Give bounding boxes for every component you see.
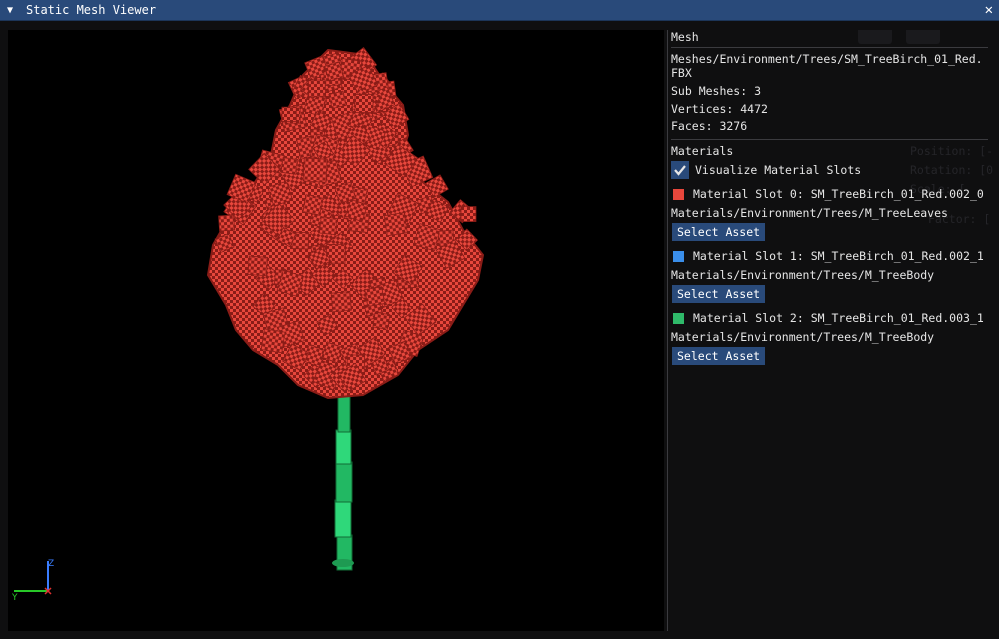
leaf-quad: [319, 216, 338, 236]
slot-2-select-asset-button[interactable]: Select Asset: [672, 347, 766, 365]
collapse-icon[interactable]: ▼: [7, 5, 19, 16]
mesh-header: Mesh: [671, 30, 699, 44]
leaf-quad: [364, 286, 386, 307]
leaf-quad: [372, 311, 391, 330]
checkmark-icon: [674, 165, 686, 176]
slot-0-path: Materials/Environment/Trees/M_TreeLeaves: [671, 206, 948, 220]
details-panel: Position: [- Rotation: [0 Scale: [ Facto…: [668, 30, 993, 631]
window-title: Static Mesh Viewer: [26, 3, 157, 17]
leaf-quad: [218, 214, 236, 232]
leaf-quad: [308, 79, 326, 98]
window-titlebar[interactable]: ▼ Static Mesh Viewer ✕: [0, 0, 999, 21]
slot-1-select-asset-button[interactable]: Select Asset: [672, 285, 766, 303]
trunk-base: [332, 559, 354, 567]
leaf-quad: [281, 106, 297, 122]
mesh-viewport[interactable]: Z Y: [8, 30, 664, 631]
tree-foliage: [206, 47, 485, 400]
leaf-quad: [460, 206, 477, 222]
slot-1-path: Materials/Environment/Trees/M_TreeBody: [671, 268, 935, 282]
leaf-quad: [247, 255, 269, 277]
slot-0-label: Material Slot 0: SM_TreeBirch_01_Red.002…: [693, 187, 984, 201]
ghost-rotation-text: Rotation: [0: [910, 163, 993, 177]
leaf-quad: [260, 328, 286, 354]
leaf-quad: [301, 194, 324, 216]
divider: [671, 139, 988, 140]
sub-meshes-count: Sub Meshes: 3: [671, 84, 762, 98]
slot-2-label: Material Slot 2: SM_TreeBirch_01_Red.003…: [693, 311, 984, 325]
slot-1-label: Material Slot 1: SM_TreeBirch_01_Red.002…: [693, 249, 984, 263]
ghost-position-text: Position: [-: [910, 144, 993, 158]
axis-gizmo: Z Y: [11, 559, 54, 603]
leaf-quad: [280, 157, 299, 175]
leaf-quad: [383, 212, 408, 237]
trunk-segment: [335, 461, 353, 503]
mesh-path: Meshes/Environment/Trees/SM_TreeBirch_01…: [671, 52, 983, 80]
close-icon[interactable]: ✕: [985, 2, 993, 18]
slot-2-path: Materials/Environment/Trees/M_TreeBody: [671, 330, 935, 344]
divider: [671, 47, 988, 48]
slot-2-color-swatch: [673, 313, 684, 324]
slot-1-color-swatch: [673, 251, 684, 262]
trunk-segment: [335, 429, 352, 465]
tree-trunk: [332, 394, 354, 571]
visualize-slots-checkbox[interactable]: [671, 161, 689, 179]
materials-header: Materials: [671, 144, 734, 158]
trunk-segment: [334, 499, 352, 538]
axis-y-label: Y: [11, 593, 18, 603]
leaf-quad: [302, 157, 328, 183]
ghost-play-button: [906, 30, 940, 44]
vertices-count: Vertices: 4472: [671, 102, 768, 116]
visualize-slots-label: Visualize Material Slots: [695, 163, 862, 177]
mesh-render: Z Y: [11, 47, 485, 603]
leaf-quad: [354, 94, 374, 113]
leaf-quad: [330, 291, 352, 313]
axis-z-label: Z: [48, 559, 54, 569]
leaf-quad: [328, 90, 347, 110]
slot-0-color-swatch: [673, 189, 684, 200]
slot-0-select-asset-button[interactable]: Select Asset: [672, 223, 766, 241]
trunk-segment: [337, 394, 351, 433]
ghost-toolbar-button: [858, 30, 892, 44]
faces-count: Faces: 3276: [671, 119, 748, 133]
